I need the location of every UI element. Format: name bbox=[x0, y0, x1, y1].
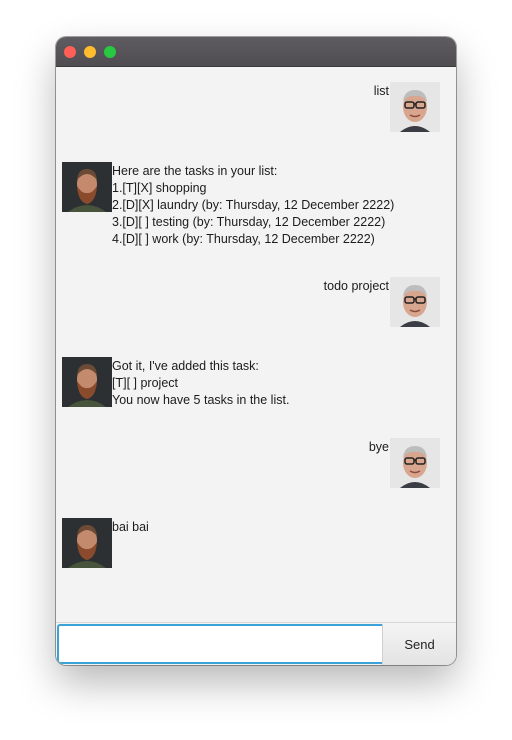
minimize-window-button[interactable] bbox=[84, 46, 96, 58]
message-line: Got it, I've added this task: bbox=[112, 359, 259, 373]
user-message: bye bbox=[368, 440, 389, 454]
bot-avatar-icon bbox=[62, 518, 112, 568]
send-button[interactable]: Send bbox=[382, 624, 456, 665]
dialog-container[interactable]: list Here are the tasks in your list: 1.… bbox=[56, 67, 456, 622]
message-line: 2.[D][X] laundry (by: Thursday, 12 Decem… bbox=[112, 198, 395, 212]
maximize-window-button[interactable] bbox=[104, 46, 116, 58]
title-bar bbox=[56, 37, 456, 67]
message-line: Here are the tasks in your list: bbox=[112, 164, 278, 178]
user-input-field[interactable] bbox=[57, 624, 387, 664]
close-window-button[interactable] bbox=[64, 46, 76, 58]
message-line: [T][ ] project bbox=[112, 376, 178, 390]
message-line: 1.[T][X] shopping bbox=[112, 181, 207, 195]
user-avatar-icon bbox=[390, 438, 440, 488]
message-line: 4.[D][ ] work (by: Thursday, 12 December… bbox=[112, 232, 375, 246]
bot-message: Here are the tasks in your list: 1.[T][X… bbox=[112, 163, 394, 248]
divider bbox=[56, 622, 456, 623]
bot-avatar-icon bbox=[62, 357, 112, 407]
user-avatar-icon bbox=[390, 82, 440, 132]
message-line: You now have 5 tasks in the list. bbox=[112, 393, 290, 407]
user-message: list bbox=[373, 84, 389, 98]
bot-message: Got it, I've added this task: [T][ ] pro… bbox=[112, 358, 289, 409]
app-window: list Here are the tasks in your list: 1.… bbox=[56, 37, 456, 665]
bot-message: bai bai bbox=[112, 520, 149, 534]
user-message: todo project bbox=[323, 279, 389, 293]
bot-avatar-icon bbox=[62, 162, 112, 212]
message-line: 3.[D][ ] testing (by: Thursday, 12 Decem… bbox=[112, 215, 386, 229]
user-avatar-icon bbox=[390, 277, 440, 327]
